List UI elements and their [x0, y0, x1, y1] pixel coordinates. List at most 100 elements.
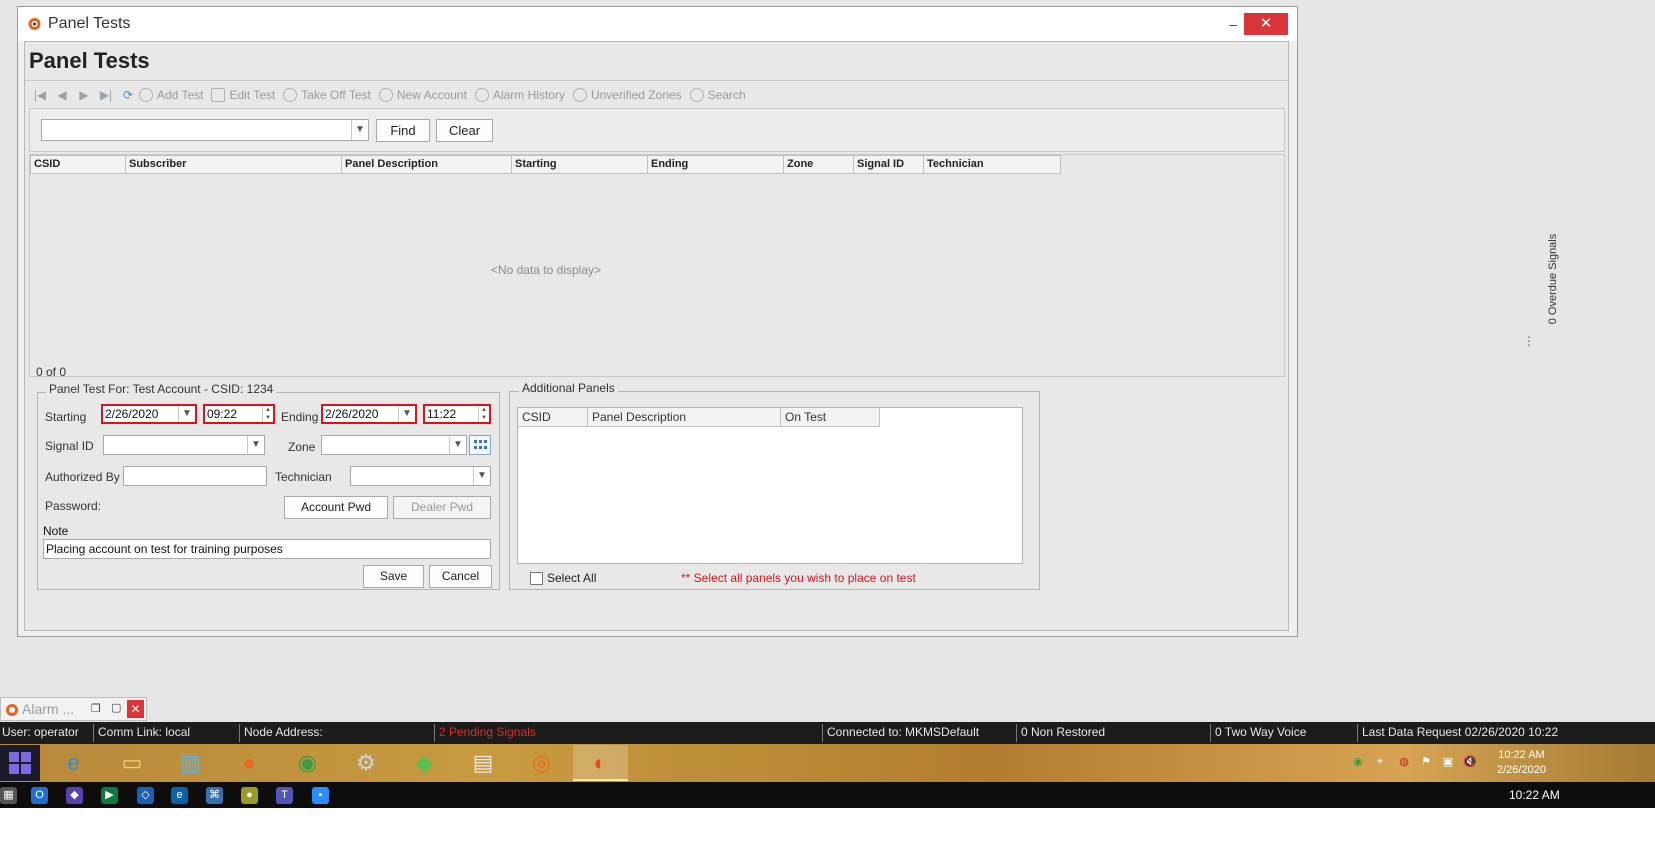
secondary-clock[interactable]: 10:22 AM: [1509, 788, 1560, 802]
refresh-button[interactable]: ⟳: [117, 88, 139, 102]
column-header-technician[interactable]: Technician: [924, 155, 1061, 174]
overdue-signals-tab[interactable]: 0 Overdue Signals: [1543, 233, 1559, 333]
chevron-down-icon[interactable]: ▼: [247, 436, 264, 454]
time-spinner-icon[interactable]: ▲ ▼: [262, 406, 273, 422]
close-button[interactable]: ✕: [1244, 13, 1288, 35]
taskbar-app-button[interactable]: ▤: [456, 745, 511, 781]
account-pwd-button[interactable]: Account Pwd: [284, 496, 388, 519]
first-record-button[interactable]: |◀: [29, 88, 51, 102]
sticky-icon[interactable]: ●: [241, 787, 258, 804]
starting-time-field[interactable]: 09:22 ▲ ▼: [203, 404, 275, 424]
take-off-test-button[interactable]: Take Off Test: [283, 88, 371, 102]
clock-time: 10:22 AM: [1498, 749, 1545, 761]
chevron-down-icon[interactable]: ▼: [449, 436, 466, 454]
chevron-down-icon[interactable]: ▼: [398, 406, 415, 422]
ending-time-field[interactable]: 11:22 ▲ ▼: [423, 404, 491, 424]
column-header-ending[interactable]: Ending: [648, 155, 784, 174]
cancel-button[interactable]: Cancel: [429, 565, 492, 588]
authorized-by-field[interactable]: [123, 466, 267, 486]
column-header-zone[interactable]: Zone: [784, 155, 854, 174]
edge-icon[interactable]: e: [171, 787, 188, 804]
column-header-csid[interactable]: CSID: [30, 155, 126, 174]
alarm-history-button[interactable]: Alarm History: [474, 88, 565, 102]
close-icon[interactable]: ✕: [127, 700, 144, 718]
additional-panels-legend: Additional Panels: [519, 381, 618, 395]
starting-date-field[interactable]: 2/26/2020 ▼: [101, 404, 197, 424]
search-button[interactable]: Search: [689, 88, 746, 102]
find-button[interactable]: Find: [376, 119, 430, 142]
maximize-icon[interactable]: ▢: [111, 701, 121, 714]
app-icon[interactable]: ◆: [66, 787, 83, 804]
column-header-panel-description[interactable]: Panel Description: [588, 408, 781, 427]
volume-muted-icon[interactable]: 🔇: [1463, 755, 1477, 769]
dealer-pwd-button[interactable]: Dealer Pwd: [393, 496, 491, 519]
clear-button[interactable]: Clear: [436, 119, 493, 142]
taskbar-app-button[interactable]: ◆: [397, 745, 452, 781]
media-icon[interactable]: ▶: [101, 787, 118, 804]
display-tray-icon[interactable]: ▣: [1441, 755, 1455, 769]
divider: [1016, 724, 1017, 742]
taskbar-app-button[interactable]: ◎: [514, 745, 569, 781]
vscode-icon[interactable]: ◇: [137, 787, 154, 804]
column-header-signal-id[interactable]: Signal ID: [854, 155, 924, 174]
save-button[interactable]: Save: [363, 565, 424, 588]
edit-test-button[interactable]: Edit Test: [211, 88, 275, 102]
network-icon[interactable]: ⌘: [206, 787, 223, 804]
divider: [1210, 724, 1211, 742]
column-header-subscriber[interactable]: Subscriber: [126, 155, 342, 174]
taskbar-app-button[interactable]: ◐: [572, 745, 628, 781]
taskbar-app-button[interactable]: ●: [222, 745, 277, 781]
select-all-label[interactable]: Select All: [547, 571, 596, 585]
calculator-icon[interactable]: ▦: [0, 787, 17, 804]
start-button[interactable]: [0, 745, 40, 781]
panel-tests-grid: CSID Subscriber Panel Description Starti…: [29, 154, 1285, 379]
zone-combo[interactable]: ▼: [321, 435, 467, 455]
restore-icon[interactable]: ❐: [91, 702, 101, 715]
ending-date-field[interactable]: 2/26/2020 ▼: [321, 404, 417, 424]
technician-combo[interactable]: ▼: [350, 466, 491, 486]
column-header-starting[interactable]: Starting: [512, 155, 648, 174]
teams-icon[interactable]: T: [276, 787, 293, 804]
unverified-zones-button[interactable]: Unverified Zones: [572, 88, 682, 102]
more-options-icon[interactable]: ⋮: [1523, 334, 1535, 348]
add-test-button[interactable]: Add Test: [139, 88, 203, 102]
unverified-zones-label: Unverified Zones: [590, 88, 682, 102]
taskbar-app-button[interactable]: e: [46, 745, 101, 781]
column-header-on-test[interactable]: On Test: [781, 408, 880, 427]
time-spinner-icon[interactable]: ▲ ▼: [478, 406, 489, 422]
taskbar-clock[interactable]: 10:22 AM 2/26/2020: [1497, 748, 1546, 778]
network-tray-icon[interactable]: ✦: [1373, 755, 1387, 769]
column-header-panel-description[interactable]: Panel Description: [342, 155, 512, 174]
settings-gear-icon: ⚙: [356, 750, 376, 775]
antivirus-tray-icon[interactable]: ◍: [1397, 755, 1411, 769]
search-combo[interactable]: ▼: [41, 119, 369, 141]
select-all-checkbox[interactable]: [530, 572, 543, 585]
divider: [93, 724, 94, 742]
zoom-icon[interactable]: ▪: [312, 787, 329, 804]
title-bar[interactable]: Panel Tests ‒ ✕: [18, 7, 1297, 41]
city-app-icon: ▥: [180, 750, 201, 775]
column-header-csid[interactable]: CSID: [518, 408, 588, 427]
taskbar-app-button[interactable]: ◉: [280, 745, 335, 781]
taskbar: e ▭ ▥ ● ◉ ⚙ ◆ ▤ ◎ ◐ ◉ ✦ ◍ ⚑ ▣ 🔇 10:22 AM 2/26/202…: [0, 744, 1655, 782]
note-field[interactable]: Placing account on test for training pur…: [43, 539, 491, 559]
outlook-icon[interactable]: O: [31, 787, 48, 804]
chevron-down-icon[interactable]: ▼: [351, 120, 368, 140]
alarm-monitor-icon: ◐: [593, 750, 607, 775]
new-account-button[interactable]: New Account: [378, 88, 467, 102]
flag-tray-icon[interactable]: ⚑: [1419, 755, 1433, 769]
taskbar-app-button[interactable]: ⚙: [339, 745, 394, 781]
taskbar-app-button[interactable]: ▥: [163, 745, 218, 781]
users-icon: [378, 88, 393, 102]
chrome-tray-icon[interactable]: ◉: [1351, 755, 1365, 769]
signal-id-combo[interactable]: ▼: [103, 435, 265, 455]
chevron-down-icon[interactable]: ▼: [178, 406, 195, 422]
status-pending-signals[interactable]: 2 Pending Signals: [439, 725, 536, 739]
zone-picker-icon[interactable]: [469, 435, 491, 455]
alarm-mini-window[interactable]: Alarm ... ❐ ▢ ✕: [0, 697, 147, 721]
taskbar-app-button[interactable]: ▭: [105, 745, 160, 781]
last-record-button[interactable]: ▶|: [95, 88, 117, 102]
next-record-button[interactable]: ▶: [73, 88, 95, 102]
previous-record-button[interactable]: ◀: [51, 88, 73, 102]
chevron-down-icon[interactable]: ▼: [473, 467, 490, 485]
